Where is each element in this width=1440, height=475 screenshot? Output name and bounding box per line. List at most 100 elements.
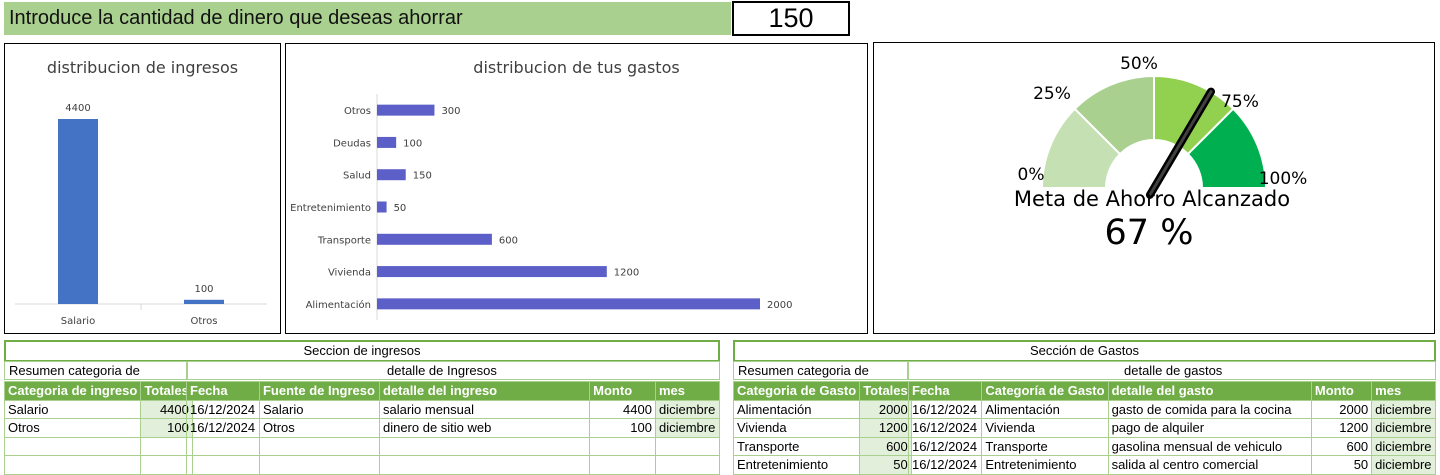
bar [377, 298, 760, 310]
table-cell[interactable]: 1200 [859, 418, 912, 438]
table-cell[interactable]: Entretenimiento [981, 455, 1109, 475]
tick-label: Salud [343, 171, 371, 182]
expenses-summary-title: Resumen categoria de Gasto [733, 361, 908, 395]
income-summary-title: Resumen categoria de ingreso [4, 361, 187, 395]
data-label: 100 [194, 284, 213, 295]
table-row: Vivienda 1200 [732, 418, 912, 438]
expenses-detail-table: Fecha Categoría de Gasto detalle del gas… [907, 381, 1436, 475]
table-row: Entretenimiento 50 [732, 455, 912, 475]
col-header: detalle del ingreso [378, 381, 591, 401]
table-cell[interactable]: Otros [258, 418, 380, 438]
table-cell[interactable]: 100 [589, 418, 656, 438]
income-section-title: Seccion de ingresos [4, 340, 720, 362]
table-cell[interactable]: 50 [1310, 455, 1373, 475]
col-header: Categoría de Gasto [981, 381, 1109, 401]
table-cell[interactable]: 600 [859, 436, 912, 456]
table-cell[interactable]: Salario [3, 399, 142, 419]
table-cell[interactable] [3, 436, 142, 456]
table-cell[interactable]: 2000 [1310, 399, 1373, 419]
income-chart: 4400 Salario 100 Otros [15, 103, 267, 327]
table-cell[interactable]: diciembre [654, 418, 721, 438]
table-cell[interactable]: 600 [1310, 436, 1373, 456]
table-cell[interactable]: gasto de comida para la cocina [1107, 399, 1312, 419]
table-cell[interactable] [589, 436, 656, 456]
data-label: 600 [499, 235, 518, 246]
table-cell[interactable]: diciembre [1371, 455, 1436, 475]
table-cell[interactable] [654, 436, 721, 456]
table-cell[interactable] [654, 455, 721, 475]
bar [377, 136, 397, 148]
table-cell[interactable] [378, 436, 591, 456]
table-cell[interactable]: 1200 [1310, 418, 1373, 438]
table-cell[interactable]: 100 [140, 418, 193, 438]
table-cell[interactable]: 16/12/2024 [907, 436, 983, 456]
col-header: Monto [589, 381, 656, 401]
gauge-tick-label: 25% [1033, 84, 1071, 104]
bar [58, 119, 98, 304]
table-cell[interactable]: Alimentación [732, 399, 861, 419]
table-cell[interactable]: 4400 [589, 399, 656, 419]
table-cell[interactable]: pago de alquiler [1107, 418, 1312, 438]
col-header: Fecha [186, 381, 260, 401]
table-cell[interactable] [378, 455, 591, 475]
table-cell[interactable] [258, 436, 380, 456]
table-cell[interactable]: diciembre [654, 399, 721, 419]
table-cell[interactable] [589, 455, 656, 475]
savings-prompt: Introduce la cantidad de dinero que dese… [4, 2, 731, 35]
income-detail-table: Fecha Fuente de Ingreso detalle del ingr… [186, 381, 721, 475]
table-cell[interactable] [258, 455, 380, 475]
table-row: Alimentación 2000 [732, 399, 912, 419]
table-cell[interactable]: Alimentación [981, 399, 1109, 419]
table-cell[interactable]: Transporte [732, 436, 861, 456]
data-label: 1200 [614, 268, 639, 279]
table-cell[interactable]: gasolina mensual de vehiculo [1107, 436, 1312, 456]
savings-amount-input[interactable]: 150 [732, 1, 850, 36]
table-cell[interactable]: salario mensual [378, 399, 591, 419]
table-cell[interactable]: Entretenimiento [732, 455, 861, 475]
table-row: 16/12/2024 Otros dinero de sitio web 100… [186, 418, 721, 438]
bar [377, 104, 435, 116]
table-cell[interactable]: 2000 [859, 399, 912, 419]
table-cell[interactable]: 50 [859, 455, 912, 475]
table-cell[interactable]: 16/12/2024 [186, 399, 260, 419]
table-row [3, 455, 193, 475]
table-cell[interactable]: 16/12/2024 [907, 455, 983, 475]
col-header: mes [1371, 381, 1436, 401]
table-row [186, 455, 721, 475]
income-summary-table: Categoria de ingreso Totales Salario 440… [3, 381, 193, 475]
tick-label: Deudas [333, 138, 371, 149]
table-cell[interactable]: 16/12/2024 [907, 399, 983, 419]
table-cell[interactable]: Otros [3, 418, 142, 438]
table-cell[interactable]: diciembre [1371, 399, 1436, 419]
table-cell[interactable]: diciembre [1371, 436, 1436, 456]
data-label: 150 [413, 171, 432, 182]
tick-label: Otros [190, 316, 217, 327]
table-cell[interactable] [186, 455, 260, 475]
table-cell[interactable]: Vivienda [732, 418, 861, 438]
income-chart-panel: distribucion de ingresos 4400 Salario 100 O… [4, 43, 281, 334]
gauge-tick-label: 75% [1221, 92, 1259, 112]
table-cell[interactable]: Vivienda [981, 418, 1109, 438]
table-cell[interactable]: salida al centro comercial [1107, 455, 1312, 475]
col-header: Monto [1310, 381, 1373, 401]
col-header: mes [654, 381, 721, 401]
income-detail-title: detalle de Ingresos [187, 361, 720, 380]
table-row [3, 436, 193, 456]
table-cell[interactable] [186, 436, 260, 456]
table-cell[interactable] [140, 455, 193, 475]
data-label: 300 [441, 106, 460, 117]
table-cell[interactable] [140, 436, 193, 456]
table-cell[interactable]: Salario [258, 399, 380, 419]
table-cell[interactable]: Transporte [981, 436, 1109, 456]
table-cell[interactable]: 16/12/2024 [186, 418, 260, 438]
table-cell[interactable]: 4400 [140, 399, 193, 419]
table-cell[interactable] [3, 455, 142, 475]
table-cell[interactable]: diciembre [1371, 418, 1436, 438]
tick-label: Transporte [317, 235, 371, 246]
table-cell[interactable]: dinero de sitio web [378, 418, 591, 438]
tick-label: Otros [344, 106, 371, 117]
tick-label: Entretenimiento [290, 203, 371, 214]
col-header: detalle del gasto [1107, 381, 1312, 401]
gauge-tick-label: 50% [1120, 54, 1158, 74]
table-cell[interactable]: 16/12/2024 [907, 418, 983, 438]
